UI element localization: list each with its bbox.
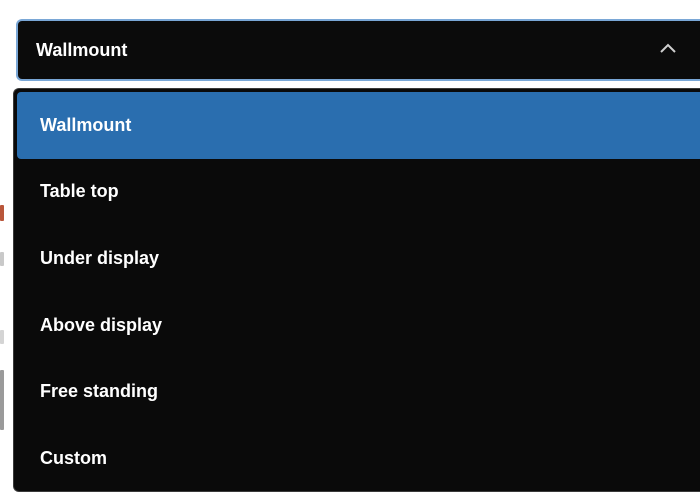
dropdown-option-free-standing[interactable]: Free standing <box>14 358 700 425</box>
mount-type-dropdown-menu: Wallmount Table top Under display Above … <box>13 88 700 492</box>
select-current-value: Wallmount <box>36 39 128 60</box>
background-fragment <box>0 252 4 266</box>
chevron-up-icon[interactable] <box>658 41 678 55</box>
background-fragment <box>0 370 4 430</box>
background-fragment <box>0 205 4 221</box>
dropdown-option-table-top[interactable]: Table top <box>14 159 700 226</box>
dropdown-option-above-display[interactable]: Above display <box>14 292 700 359</box>
dropdown-option-custom[interactable]: Custom <box>14 425 700 491</box>
mount-type-select[interactable]: Wallmount <box>16 19 700 81</box>
background-fragment <box>0 330 4 344</box>
dropdown-option-under-display[interactable]: Under display <box>14 225 700 292</box>
dropdown-option-wallmount[interactable]: Wallmount <box>17 92 700 159</box>
